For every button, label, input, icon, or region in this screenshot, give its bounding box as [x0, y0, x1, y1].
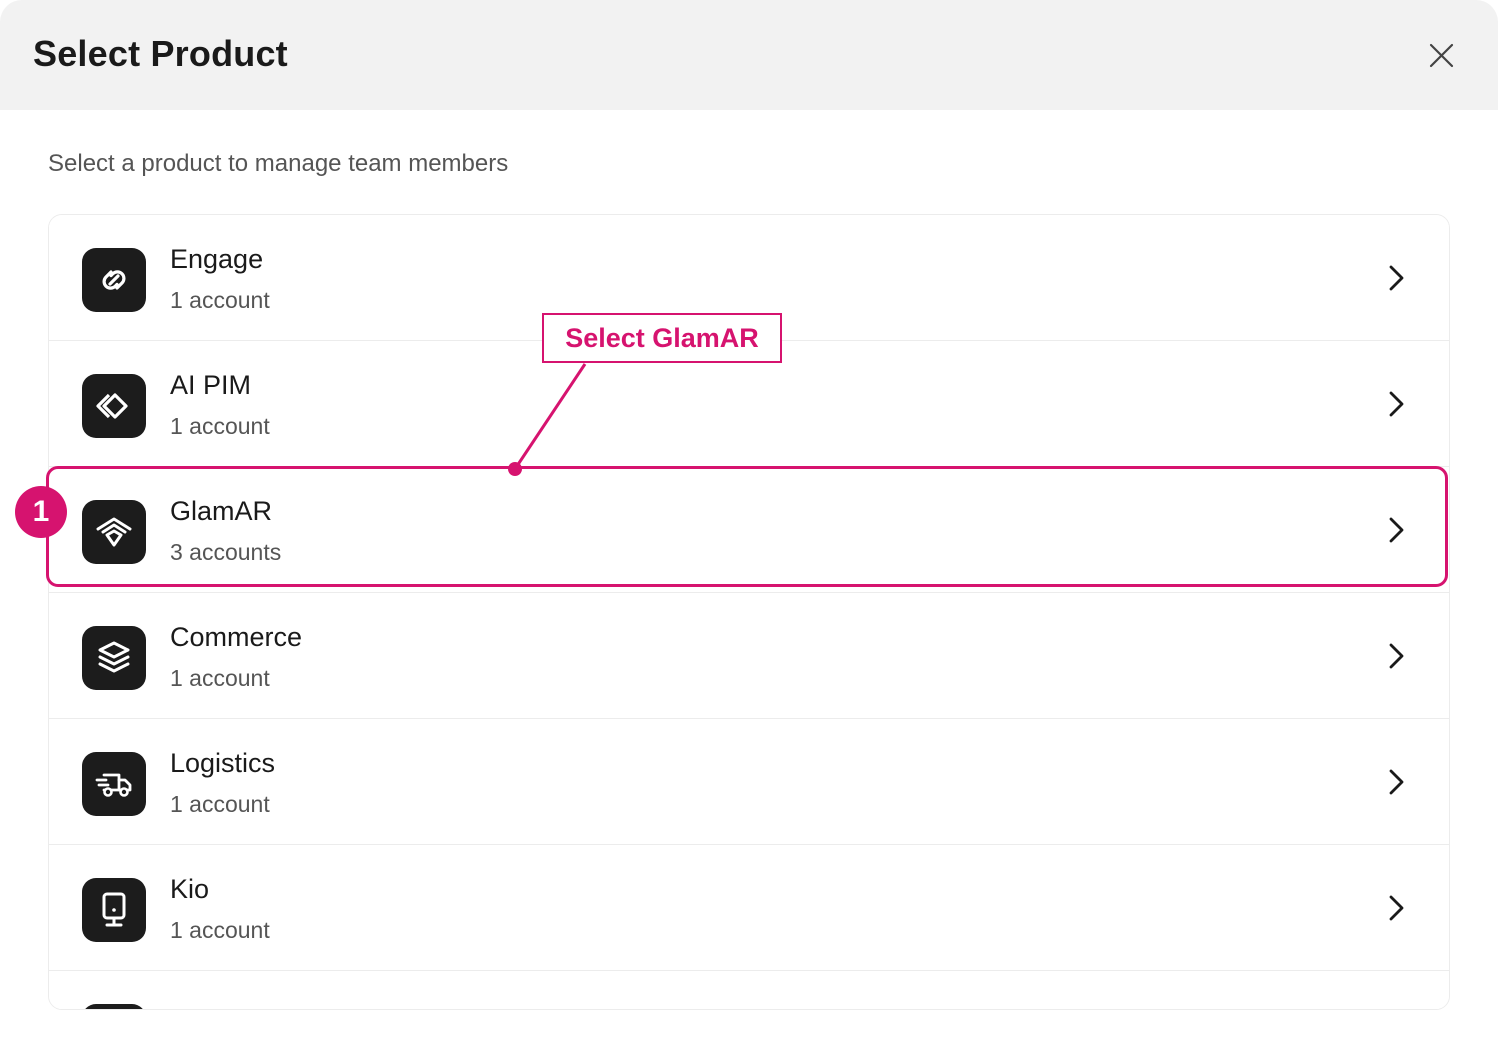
step-number-badge: 1: [15, 486, 67, 538]
layers-icon: [82, 626, 146, 690]
glamar-icon: [82, 500, 146, 564]
product-account-count: 1 account: [170, 917, 270, 943]
product-account-count: 1 account: [170, 413, 270, 439]
product-item-commerce[interactable]: Commerce 1 account: [49, 593, 1449, 719]
product-item-glamar[interactable]: GlamAR 3 accounts: [49, 467, 1449, 593]
product-account-count: 1 account: [170, 665, 270, 691]
chevron-right-icon: [1383, 766, 1409, 798]
chevron-right-icon: [1383, 388, 1409, 420]
chevron-right-icon: [1383, 892, 1409, 924]
kiosk-icon: [82, 878, 146, 942]
product-name: GlamAR: [170, 496, 273, 526]
product-item-logistics[interactable]: Logistics 1 account: [49, 719, 1449, 845]
chevron-right-icon: [1383, 514, 1409, 546]
product-item-partial[interactable]: [49, 971, 1449, 1009]
product-name: Logistics: [170, 748, 276, 778]
product-account-count: 1 account: [170, 791, 270, 817]
modal-header: Select Product: [0, 0, 1498, 110]
chevron-right-icon: [1383, 640, 1409, 672]
chevron-right-icon: [1383, 262, 1409, 294]
product-account-count: 1 account: [170, 287, 270, 313]
product-item-kio[interactable]: Kio 1 account: [49, 845, 1449, 971]
modal-title: Select Product: [33, 33, 288, 74]
product-icon-partial: [82, 1004, 146, 1009]
product-name: Engage: [170, 244, 264, 274]
product-name: Commerce: [170, 622, 303, 652]
modal-subtitle: Select a product to manage team members: [48, 150, 509, 177]
ai-pim-icon: [82, 374, 146, 438]
select-product-modal: Select Product Select a product to manag…: [0, 0, 1498, 1050]
truck-icon: [82, 752, 146, 816]
product-name: Kio: [170, 874, 210, 904]
product-name: AI PIM: [170, 370, 252, 400]
annotation-label: Select GlamAR: [542, 313, 782, 363]
close-icon[interactable]: [1420, 34, 1462, 76]
engage-icon: [82, 248, 146, 312]
product-account-count: 3 accounts: [170, 539, 282, 565]
